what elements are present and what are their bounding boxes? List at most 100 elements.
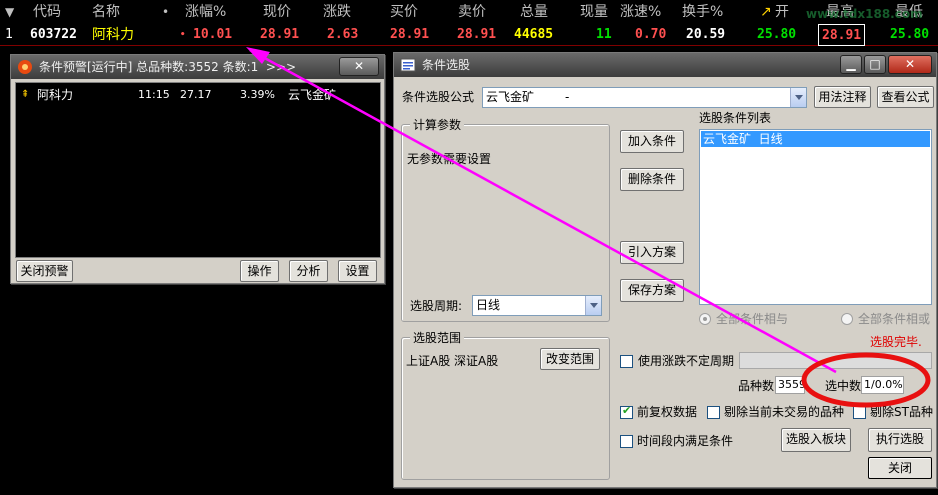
formula-value: 云飞金矿 <box>486 90 535 104</box>
range-value: 上证A股 深证A股 <box>406 354 499 368</box>
exclude-st-label: 剔除ST品种 <box>870 405 933 419</box>
table-row[interactable]: 1 603722 阿科力 • 10.01 28.91 2.63 28.91 28… <box>0 24 938 46</box>
row-high: 28.91 <box>818 24 866 46</box>
operate-button[interactable]: 操作 <box>240 260 279 282</box>
and-radio[interactable] <box>699 313 711 325</box>
row-code: 603722 <box>30 27 77 42</box>
exclude-st-checkbox[interactable] <box>853 406 866 419</box>
selected-value: 1/0.0% <box>861 376 904 394</box>
add-condition-button[interactable]: 加入条件 <box>620 130 684 153</box>
list-item[interactable]: ⇞ 阿科力 11:15 27.17 3.39% 云飞金矿 <box>16 87 380 103</box>
formula-select[interactable]: 云飞金矿 - <box>482 87 807 108</box>
stock-select-dialog: 条件选股 ▁ □ ✕ 条件选股公式 云飞金矿 - 用法注释 查看公式 计算参数 … <box>393 52 937 488</box>
condition-list[interactable]: 云飞金矿 日线 <box>699 129 932 305</box>
column-menu-icon[interactable]: ▼ <box>5 0 14 24</box>
up-arrow-icon: ⇞ <box>21 89 30 100</box>
dialog-icon <box>400 57 416 73</box>
close-icon[interactable]: ✕ <box>339 57 379 76</box>
formula-label: 条件选股公式 <box>402 90 475 104</box>
usage-note-button[interactable]: 用法注释 <box>814 86 871 108</box>
exclude-untraded-label: 剔除当前未交易的品种 <box>724 405 845 419</box>
list-item[interactable]: 云飞金矿 日线 <box>701 131 930 147</box>
pre-adjust-label: 前复权数据 <box>637 405 698 419</box>
and-label: 全部条件相与 <box>716 312 789 326</box>
params-group: 计算参数 无参数需要设置 选股周期: 日线 <box>401 117 610 322</box>
row-turnover: 20.59 <box>686 27 726 42</box>
alert-list[interactable]: ⇞ 阿科力 11:15 27.17 3.39% 云飞金矿 <box>15 82 381 258</box>
alert-condition: 云飞金矿 <box>288 88 337 102</box>
alert-titlebar[interactable]: 条件预警[运行中] 总品种数:3552 条数:1 >>> ✕ <box>11 55 384 79</box>
period-value: 日线 <box>476 298 501 312</box>
dialog-title: 条件选股 <box>422 58 471 72</box>
row-low: 25.80 <box>890 27 930 42</box>
view-formula-button[interactable]: 查看公式 <box>877 86 934 108</box>
use-irregular-checkbox[interactable] <box>620 355 633 368</box>
col-ask[interactable]: 卖价 <box>458 0 486 24</box>
col-change-pct[interactable]: 涨幅% <box>185 0 226 24</box>
col-open[interactable]: 开 <box>775 0 789 24</box>
execute-select-button[interactable]: 执行选股 <box>868 428 932 452</box>
alert-pct: 3.39% <box>240 88 275 101</box>
range-group-title: 选股范围 <box>410 330 465 346</box>
analyze-button[interactable]: 分析 <box>289 260 328 282</box>
chevron-down-icon[interactable] <box>790 88 806 107</box>
save-plan-button[interactable]: 保存方案 <box>620 279 684 302</box>
import-plan-button[interactable]: 引入方案 <box>620 241 684 264</box>
add-to-block-button[interactable]: 选股入板块 <box>781 428 851 452</box>
row-volume: 44685 <box>514 27 554 42</box>
col-speed[interactable]: 涨速% <box>620 0 661 24</box>
total-value: 3559 <box>775 376 805 394</box>
col-change[interactable]: 涨跌 <box>323 0 351 24</box>
no-params-text: 无参数需要设置 <box>407 152 492 166</box>
exclude-untraded-checkbox[interactable] <box>707 406 720 419</box>
row-index: 1 <box>5 27 13 42</box>
chevron-down-icon[interactable] <box>585 296 601 315</box>
row-name: 阿科力 <box>92 27 134 43</box>
col-name[interactable]: 名称 <box>92 0 120 24</box>
selected-label: 选中数 <box>825 379 862 393</box>
close-alert-button[interactable]: 关闭预警 <box>16 260 73 282</box>
col-price[interactable]: 现价 <box>263 0 291 24</box>
change-range-button[interactable]: 改变范围 <box>540 348 600 370</box>
alert-title: 条件预警[运行中] 总品种数:3552 条数:1 >>> <box>39 60 297 74</box>
settings-button[interactable]: 设置 <box>338 260 377 282</box>
or-label: 全部条件相或 <box>858 312 931 326</box>
alert-price: 27.17 <box>180 88 212 101</box>
irregular-period-field[interactable] <box>739 352 932 369</box>
row-marker: • <box>180 30 186 40</box>
condition-list-label: 选股条件列表 <box>699 111 772 125</box>
range-group: 选股范围 上证A股 深证A股 改变范围 <box>401 330 610 480</box>
watermark: www.tdx188.com <box>806 7 923 21</box>
period-select[interactable]: 日线 <box>472 295 602 316</box>
col-dot: • <box>162 5 170 19</box>
dialog-titlebar[interactable]: 条件选股 ▁ □ ✕ <box>394 53 936 77</box>
period-label: 选股周期: <box>410 299 463 313</box>
status-text: 选股完毕. <box>870 335 922 349</box>
alert-time: 11:15 <box>138 88 170 101</box>
pre-adjust-checkbox[interactable] <box>620 404 633 419</box>
row-open: 25.80 <box>757 27 797 42</box>
minimize-icon[interactable]: ▁ <box>840 55 862 74</box>
row-speed: 0.70 <box>635 27 667 42</box>
row-ask: 28.91 <box>457 27 497 42</box>
delete-condition-button[interactable]: 删除条件 <box>620 168 684 191</box>
alert-stock-name: 阿科力 <box>37 88 74 102</box>
close-button[interactable]: 关闭 <box>868 457 932 479</box>
quote-header: ▼ 代码 名称 • 涨幅% 现价 涨跌 买价 卖价 总量 现量 涨速% 换手% … <box>0 0 938 24</box>
col-cur-vol[interactable]: 现量 <box>580 0 608 24</box>
or-radio[interactable] <box>841 313 853 325</box>
col-turnover[interactable]: 换手% <box>682 0 723 24</box>
maximize-icon[interactable]: □ <box>864 55 886 74</box>
col-code[interactable]: 代码 <box>33 0 61 24</box>
col-bid[interactable]: 买价 <box>390 0 418 24</box>
row-cur-vol: 11 <box>596 27 612 42</box>
col-volume[interactable]: 总量 <box>520 0 548 24</box>
row-change: 2.63 <box>327 27 359 42</box>
time-range-checkbox[interactable] <box>620 435 633 448</box>
sort-arrow-icon: ↗ <box>760 4 772 20</box>
row-bid: 28.91 <box>390 27 430 42</box>
row-price: 28.91 <box>260 27 300 42</box>
alert-window: 条件预警[运行中] 总品种数:3552 条数:1 >>> ✕ ⇞ 阿科力 11:… <box>10 54 385 284</box>
close-icon[interactable]: ✕ <box>888 55 932 74</box>
row-change-pct: 10.01 <box>193 27 233 42</box>
